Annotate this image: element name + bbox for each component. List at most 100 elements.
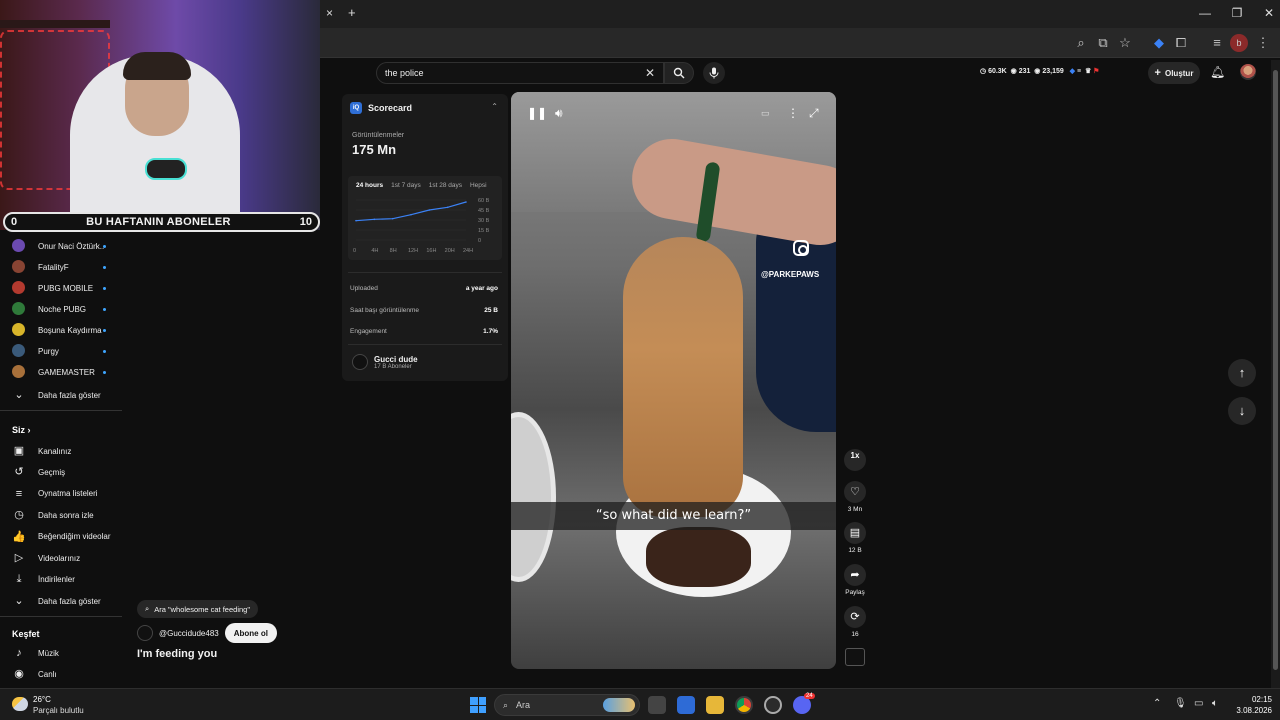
- sidebar-subscription-item[interactable]: FatalityF: [0, 257, 122, 277]
- sidebar-item[interactable]: ◷ Daha sonra izle: [0, 505, 122, 525]
- channel-avatar[interactable]: [137, 625, 153, 641]
- page-scrollbar[interactable]: [1271, 60, 1280, 688]
- stat-row-label: Saat başı görüntülenme: [350, 307, 420, 314]
- sidebar-item[interactable]: ▷ Videolarınız: [0, 548, 122, 568]
- previous-short-button[interactable]: ↑: [1228, 359, 1256, 387]
- store-icon[interactable]: [677, 696, 695, 714]
- maximize-icon[interactable]: ❐: [1230, 6, 1244, 20]
- remix-icon[interactable]: ⟳: [844, 606, 866, 628]
- search-highlight-icon: [603, 698, 635, 712]
- install-icon[interactable]: ⧉: [1094, 34, 1112, 52]
- sidebar-item[interactable]: ♪ Müzik: [0, 643, 122, 663]
- captions-icon[interactable]: ▭: [761, 108, 770, 119]
- bookmark-star-icon[interactable]: ☆: [1116, 34, 1134, 52]
- taskbar-clock[interactable]: 02:15 3.08.2026: [1230, 694, 1272, 716]
- tray-mic-icon[interactable]: 🎙︎: [1174, 698, 1187, 709]
- close-tab-button[interactable]: ×: [326, 6, 333, 20]
- sidebar-subscription-item[interactable]: Noche PUBG: [0, 299, 122, 319]
- remix-action[interactable]: ⟳ 16: [843, 606, 867, 638]
- notifications-bell-icon[interactable]: 🔔︎: [1210, 65, 1225, 79]
- sidebar-item[interactable]: 👍 Beğendiğim videolar: [0, 527, 122, 547]
- short-video-player[interactable]: ❚❚ 🔊︎ ▭ ⋮ ⤢ @PARKEPAWS “so what did we l…: [511, 92, 836, 669]
- sidebar-item-label: Videolarınız: [38, 553, 81, 563]
- clear-search-icon[interactable]: ✕: [645, 66, 655, 80]
- sidebar-item[interactable]: ↺ Geçmiş: [0, 462, 122, 482]
- voice-search-button[interactable]: [703, 62, 725, 84]
- scorecard-channel[interactable]: Gucci dude 17 B Aboneler: [348, 348, 502, 376]
- weather-temperature[interactable]: 26°C: [33, 695, 51, 704]
- subscribe-button[interactable]: Abone ol: [224, 623, 277, 643]
- new-tab-button[interactable]: +: [348, 5, 356, 20]
- stat-a: 60.3K: [988, 68, 1007, 75]
- sidebar-subscription-item[interactable]: Boşuna Kaydırma: [0, 320, 122, 340]
- weather-partly-cloudy-icon[interactable]: [12, 697, 28, 711]
- pause-icon[interactable]: ❚❚: [527, 106, 547, 120]
- volume-icon[interactable]: 🔊︎: [555, 106, 563, 121]
- stat-trophy-icon[interactable]: ♛: [1085, 68, 1091, 75]
- sidebar-show-more[interactable]: ⌄ Daha fazla göster: [0, 591, 122, 611]
- scroll-thumb[interactable]: [1273, 70, 1278, 670]
- sidebar-item[interactable]: ◉ Canlı: [0, 664, 122, 684]
- comment-icon[interactable]: ▤: [844, 522, 866, 544]
- share-action[interactable]: ➦ Paylaş: [843, 564, 867, 596]
- comment-action[interactable]: ▤ 12 B: [843, 522, 867, 554]
- stat-row-uploaded: Uploaded a year ago: [350, 285, 498, 292]
- search-input[interactable]: the police ✕: [376, 62, 664, 84]
- extensions-puzzle-icon[interactable]: ⧠: [1172, 34, 1190, 52]
- windows-start-icon[interactable]: [470, 697, 486, 713]
- collapse-chevron-icon[interactable]: ⌃: [491, 102, 498, 111]
- tab-all[interactable]: Hepsi: [470, 182, 487, 189]
- weather-description[interactable]: Parçalı bulutlu: [33, 706, 84, 715]
- app-icon[interactable]: [764, 696, 782, 714]
- tab-7-days[interactable]: 1st 7 days: [391, 182, 421, 189]
- reading-list-icon[interactable]: ≡: [1208, 34, 1226, 52]
- stat-row-hourly-views: Saat başı görüntülenme 25 B: [350, 307, 498, 314]
- cam-shelf: [0, 20, 110, 28]
- sound-thumbnail[interactable]: [845, 648, 865, 666]
- sidebar-show-more[interactable]: ⌄ Daha fazla göster: [0, 385, 122, 405]
- taskbar-search[interactable]: ⌕ Ara: [494, 694, 640, 716]
- browser-tab-strip: × + — ❐ ✕: [320, 0, 1280, 28]
- channel-handle[interactable]: @Guccidude483: [159, 629, 219, 638]
- extension-icon[interactable]: ◆: [1150, 34, 1168, 52]
- next-short-button[interactable]: ↓: [1228, 397, 1256, 425]
- fullscreen-icon[interactable]: ⤢: [809, 106, 819, 121]
- search-button[interactable]: [664, 62, 694, 84]
- tray-volume-icon[interactable]: 🔈︎: [1212, 698, 1218, 709]
- sidebar-subscription-item[interactable]: GAMEMASTER: [0, 362, 122, 382]
- sidebar-you-heading[interactable]: Siz ›: [12, 425, 31, 435]
- zoom-icon[interactable]: ⌕: [1072, 34, 1090, 52]
- search-suggestion-chip[interactable]: ⌕ Ara "wholesome cat feeding": [137, 600, 258, 618]
- tab-28-days[interactable]: 1st 28 days: [429, 182, 462, 189]
- sidebar-subscription-item[interactable]: Purgy: [0, 341, 122, 361]
- file-explorer-icon[interactable]: [706, 696, 724, 714]
- chrome-icon[interactable]: [735, 696, 753, 714]
- stat-ext-icon[interactable]: ◆: [1070, 68, 1075, 75]
- menu-kebab-icon[interactable]: ⋮: [1254, 34, 1272, 52]
- profile-icon[interactable]: b: [1230, 34, 1248, 52]
- close-window-icon[interactable]: ✕: [1262, 6, 1276, 20]
- share-icon[interactable]: ➦: [844, 564, 866, 586]
- speed-button[interactable]: 1x: [844, 449, 866, 471]
- more-options-icon[interactable]: ⋮: [787, 106, 799, 120]
- sidebar-subscription-item[interactable]: PUBG MOBILE: [0, 278, 122, 298]
- sidebar-subscription-item[interactable]: Onur Naci Öztürk...: [0, 236, 122, 256]
- like-action[interactable]: ♡ 3 Mn: [843, 481, 867, 513]
- avatar[interactable]: [1240, 64, 1256, 80]
- create-button[interactable]: + Oluştur: [1148, 62, 1200, 84]
- tray-display-icon[interactable]: ▭: [1194, 698, 1203, 709]
- tab-24-hours[interactable]: 24 hours: [356, 182, 383, 189]
- minimize-icon[interactable]: —: [1198, 6, 1212, 20]
- stat-menu-icon[interactable]: ≡: [1077, 68, 1081, 75]
- sidebar-item[interactable]: ⤓ İndirilenler: [0, 569, 122, 589]
- task-view-icon[interactable]: [648, 696, 666, 714]
- channel-avatar: [12, 281, 25, 294]
- thumbs-up-icon: 👍: [12, 530, 26, 543]
- playback-speed[interactable]: 1x: [843, 449, 867, 471]
- like-icon[interactable]: ♡: [844, 481, 866, 503]
- sidebar-item[interactable]: ≡ Oynatma listeleri: [0, 484, 122, 504]
- stat-alert-icon[interactable]: ⚑: [1093, 68, 1099, 75]
- tray-chevron-icon[interactable]: ⌃: [1153, 698, 1161, 709]
- chart-y-tick-label: 30 B: [478, 218, 490, 224]
- sidebar-item[interactable]: ▣ Kanalınız: [0, 441, 122, 461]
